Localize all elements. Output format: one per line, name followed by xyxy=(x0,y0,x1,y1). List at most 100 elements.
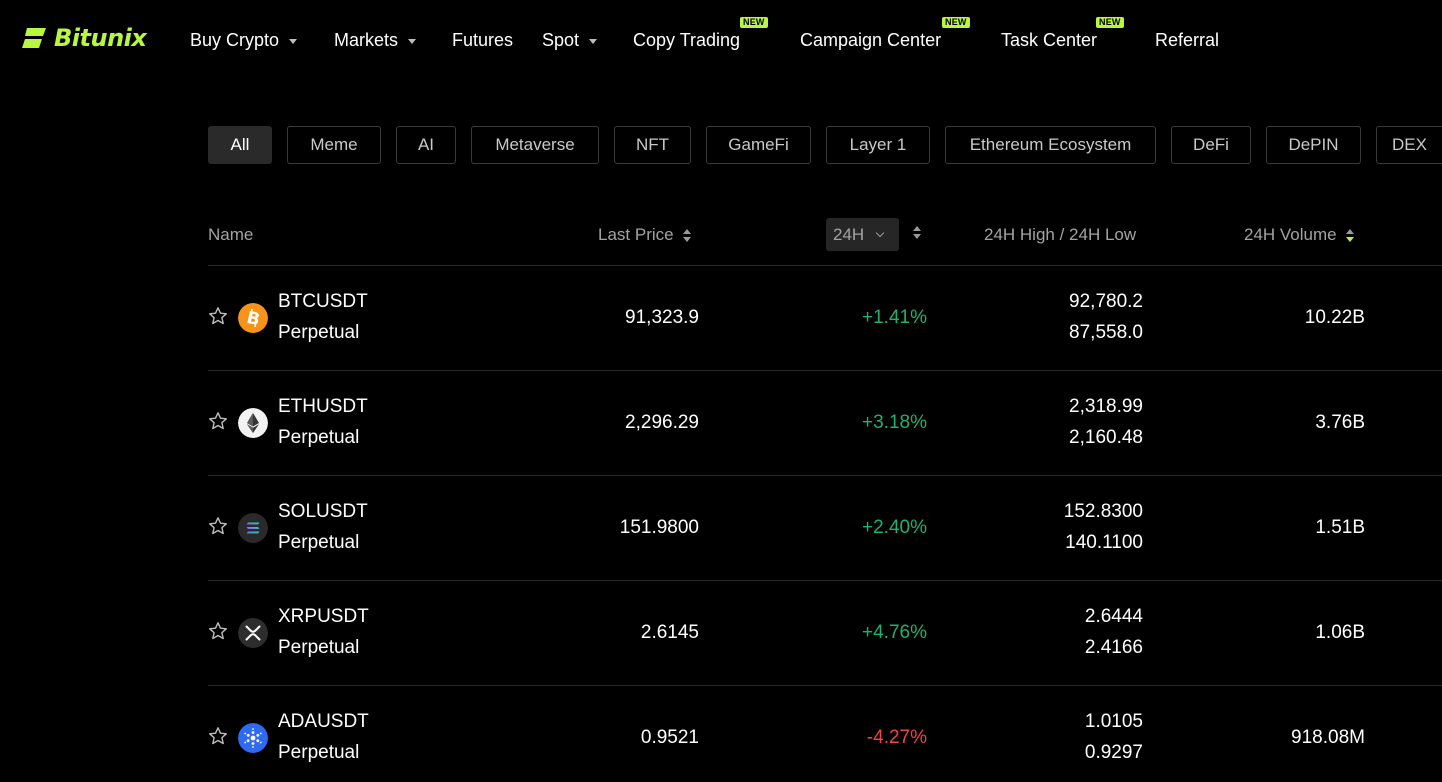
nav-task-center-label: Task Center xyxy=(1001,29,1098,50)
pair-type: Perpetual xyxy=(278,427,360,448)
period-select-value: 24H xyxy=(833,224,865,244)
high-24h: 2.6444 xyxy=(1084,606,1143,627)
bitunix-logo-icon xyxy=(22,28,46,48)
high-low: 152.8300 140.1100 xyxy=(1064,496,1143,558)
favorite-star-icon[interactable] xyxy=(208,726,228,746)
pair-symbol: ADAUSDT xyxy=(278,711,369,732)
nav-copy-trading[interactable]: Copy Trading xyxy=(633,28,740,52)
bitunix-logo[interactable]: Bitunix xyxy=(22,22,147,54)
category-chip-depin[interactable]: DePIN xyxy=(1266,126,1361,164)
category-chip-layer-1[interactable]: Layer 1 xyxy=(826,126,930,164)
high-low: 2,318.99 2,160.48 xyxy=(1069,391,1143,453)
last-price: 0.9521 xyxy=(640,727,699,748)
category-chip-ai[interactable]: AI xyxy=(396,126,456,164)
nav-buy-crypto[interactable]: Buy Crypto xyxy=(190,28,298,52)
xrp-icon xyxy=(238,618,268,648)
favorite-star-icon[interactable] xyxy=(208,516,228,536)
cardano-icon xyxy=(238,723,268,753)
low-24h: 140.1100 xyxy=(1065,532,1143,553)
nav-campaign-center-label: Campaign Center xyxy=(800,29,942,50)
column-header-last-price[interactable]: Last Price xyxy=(598,224,691,246)
favorite-star-icon[interactable] xyxy=(208,621,228,641)
chevron-down-icon xyxy=(875,228,885,237)
column-header-last-price-label: Last Price xyxy=(598,225,674,244)
pair-symbol: XRPUSDT xyxy=(278,606,369,627)
pair-name: XRPUSDT Perpetual xyxy=(278,601,369,663)
pair-type: Perpetual xyxy=(278,742,360,763)
pair-name: BTCUSDT Perpetual xyxy=(278,286,368,348)
volume-24h: 1.06B xyxy=(1315,622,1365,643)
period-select[interactable]: 24H xyxy=(826,218,899,251)
nav-referral[interactable]: Referral xyxy=(1155,28,1219,52)
volume-24h: 10.22B xyxy=(1304,307,1365,328)
chevron-down-icon xyxy=(408,38,417,44)
pair-name: ADAUSDT Perpetual xyxy=(278,706,369,768)
table-row[interactable]: SOLUSDT Perpetual 151.9800 +2.40% 152.83… xyxy=(208,476,1442,580)
high-low: 92,780.2 87,558.0 xyxy=(1069,286,1143,348)
category-chip-nft[interactable]: NFT xyxy=(614,126,691,164)
sort-descending-icon xyxy=(1345,228,1354,242)
nav-futures-label: Futures xyxy=(452,29,514,50)
nav-spot[interactable]: Spot xyxy=(542,28,598,52)
low-24h: 2.4166 xyxy=(1084,637,1143,658)
volume-24h: 3.76B xyxy=(1315,412,1365,433)
favorite-star-icon[interactable] xyxy=(208,411,228,431)
column-header-volume[interactable]: 24H Volume xyxy=(1244,224,1354,246)
high-24h: 92,780.2 xyxy=(1069,291,1143,312)
table-row[interactable]: B BTCUSDT Perpetual 91,323.9 +1.41% 92,7… xyxy=(208,266,1442,370)
category-chip-dex[interactable]: DEX xyxy=(1376,126,1442,164)
pair-type: Perpetual xyxy=(278,322,360,343)
category-chip-metaverse[interactable]: Metaverse xyxy=(471,126,599,164)
change-24h: +4.76% xyxy=(862,622,927,643)
table-row[interactable]: XRPUSDT Perpetual 2.6145 +4.76% 2.6444 2… xyxy=(208,581,1442,685)
sort-icon[interactable] xyxy=(913,226,921,239)
brand-name: Bitunix xyxy=(54,24,147,52)
column-header-volume-label: 24H Volume xyxy=(1244,225,1337,244)
table-row[interactable]: ETHUSDT Perpetual 2,296.29 +3.18% 2,318.… xyxy=(208,371,1442,475)
category-filter-bar: All Meme AI Metaverse NFT GameFi Layer 1… xyxy=(208,126,1442,164)
pair-name: SOLUSDT Perpetual xyxy=(278,496,368,558)
pair-name: ETHUSDT Perpetual xyxy=(278,391,368,453)
chevron-down-icon xyxy=(289,38,298,44)
new-badge: NEW xyxy=(942,17,970,28)
pair-symbol: BTCUSDT xyxy=(278,291,368,312)
last-price: 151.9800 xyxy=(619,517,699,538)
table-row[interactable]: ADAUSDT Perpetual 0.9521 -4.27% 1.0105 0… xyxy=(208,686,1442,782)
pair-type: Perpetual xyxy=(278,532,360,553)
new-badge: NEW xyxy=(740,17,768,28)
bitcoin-icon: B xyxy=(238,303,268,333)
high-24h: 1.0105 xyxy=(1084,711,1143,732)
pair-symbol: ETHUSDT xyxy=(278,396,368,417)
column-header-high-low: 24H High / 24H Low xyxy=(984,224,1136,246)
nav-copy-trading-label: Copy Trading xyxy=(633,29,741,50)
category-chip-meme[interactable]: Meme xyxy=(287,126,381,164)
nav-campaign-center[interactable]: Campaign Center xyxy=(800,28,941,52)
category-chip-all[interactable]: All xyxy=(208,126,272,164)
nav-buy-crypto-label: Buy Crypto xyxy=(190,29,280,50)
change-24h: +1.41% xyxy=(862,307,927,328)
nav-futures[interactable]: Futures xyxy=(452,28,513,52)
ethereum-icon xyxy=(238,408,268,438)
change-24h: -4.27% xyxy=(866,727,927,748)
category-chip-gamefi[interactable]: GameFi xyxy=(706,126,811,164)
top-navbar: Bitunix Buy Crypto Markets Futures Spot … xyxy=(0,0,1442,80)
high-low: 2.6444 2.4166 xyxy=(1085,601,1143,663)
last-price: 2.6145 xyxy=(640,622,699,643)
column-header-name: Name xyxy=(208,224,253,246)
change-24h: +2.40% xyxy=(862,517,927,538)
pair-type: Perpetual xyxy=(278,637,360,658)
chevron-down-icon xyxy=(589,38,598,44)
nav-task-center[interactable]: Task Center xyxy=(1001,28,1097,52)
favorite-star-icon[interactable] xyxy=(208,306,228,326)
category-chip-ethereum-ecosystem[interactable]: Ethereum Ecosystem xyxy=(945,126,1156,164)
low-24h: 87,558.0 xyxy=(1069,322,1143,343)
sort-icon xyxy=(682,228,691,242)
nav-markets[interactable]: Markets xyxy=(334,28,417,52)
new-badge: NEW xyxy=(1096,17,1124,28)
high-low: 1.0105 0.9297 xyxy=(1085,706,1143,768)
volume-24h: 918.08M xyxy=(1291,727,1365,748)
high-24h: 152.8300 xyxy=(1063,501,1143,522)
nav-markets-label: Markets xyxy=(334,29,399,50)
nav-spot-label: Spot xyxy=(542,29,580,50)
category-chip-defi[interactable]: DeFi xyxy=(1171,126,1251,164)
